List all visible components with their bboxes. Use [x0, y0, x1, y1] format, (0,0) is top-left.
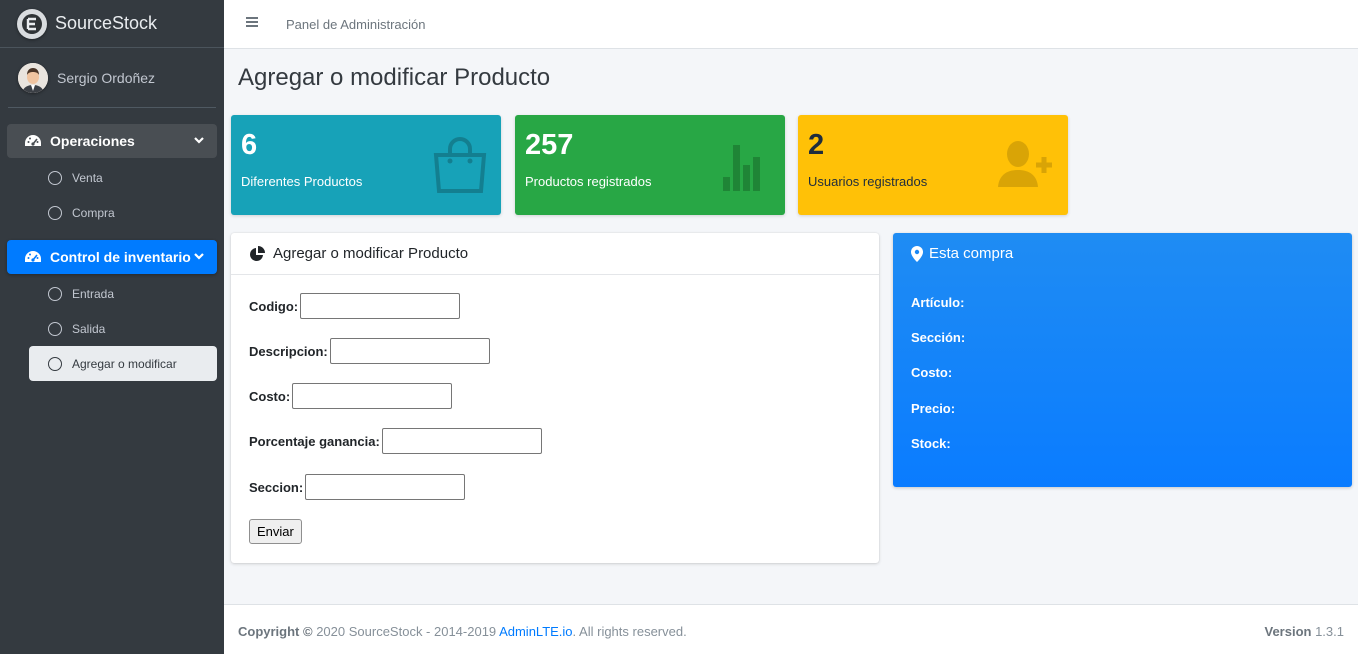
card-title: Agregar o modificar Producto [273, 245, 469, 262]
form-row-seccion: Seccion: [249, 474, 466, 500]
user-name: Sergio Ordoñez [57, 69, 156, 86]
sidebar-group-control-inventario[interactable]: Control de inventario [7, 240, 217, 274]
circle-icon [48, 356, 62, 371]
brand-name: SourceStock [55, 13, 158, 33]
form-row-costo: Costo: [249, 383, 453, 409]
sidebar-item-venta[interactable]: Venta [29, 160, 217, 195]
circle-icon [48, 170, 62, 185]
submit-button[interactable]: Enviar [249, 519, 302, 544]
precio-label: Precio: [911, 401, 956, 416]
costo-input[interactable] [292, 383, 453, 409]
shopping-bag-icon [433, 137, 487, 193]
porcentaje-ganancia-label: Porcentaje ganancia: [249, 433, 380, 449]
chevron-down-icon [194, 253, 204, 260]
user-plus-icon [998, 141, 1052, 187]
card-title: Esta compra [929, 245, 1014, 262]
info-box-value: 257 [525, 129, 574, 161]
sidebar-item-compra[interactable]: Compra [29, 195, 217, 230]
form-row-porcentaje-ganancia: Porcentaje ganancia: [249, 428, 542, 454]
descripcion-label: Descripcion: [249, 343, 328, 359]
descripcion-input[interactable] [329, 338, 490, 364]
pie-chart-icon [250, 245, 265, 261]
costo-label: Costo: [911, 365, 953, 380]
dashboard-gauge-icon [25, 135, 41, 146]
info-box-value: 2 [808, 129, 825, 161]
top-navbar: Panel de Administración [224, 0, 1358, 49]
card-header: Agregar o modificar Producto [231, 233, 879, 275]
version-label: Version [1264, 624, 1312, 639]
card-header: Esta compra [911, 245, 1013, 262]
porcentaje-ganancia-input[interactable] [381, 428, 542, 454]
circle-icon [48, 286, 62, 301]
admin-panel-link[interactable]: Panel de Administración [286, 17, 425, 32]
user-panel[interactable]: Sergio Ordoñez [8, 48, 216, 108]
sidebar-nav: Operaciones Venta Compra Control de inve… [0, 108, 224, 381]
footer-version: Version 1.3.1 [1264, 624, 1344, 639]
stock-label: Stock: [911, 436, 951, 451]
costo-label: Costo: [249, 388, 291, 404]
adminlte-link[interactable]: AdminLTE.io [499, 624, 572, 639]
bar-chart-icon [723, 145, 760, 191]
purchase-summary-card: Esta compra Artículo: Sección: Costo: Pr… [893, 233, 1352, 487]
sidebar-item-label: Venta [72, 170, 103, 185]
copyright-text: 2020 SourceStock - 2014-2019 [316, 624, 497, 639]
info-box-value: 6 [241, 129, 258, 161]
info-box-label: Productos registrados [525, 174, 652, 189]
map-marker-icon [911, 245, 923, 262]
sidebar-group-operaciones[interactable]: Operaciones [7, 124, 217, 158]
copyright-label: Copyright © [238, 624, 313, 639]
info-box-label: Usuarios registrados [808, 174, 928, 189]
seccion-label: Sección: [911, 330, 966, 345]
brand-logo [17, 8, 47, 39]
codigo-label: Codigo: [249, 298, 299, 314]
info-box-label: Diferentes Productos [241, 174, 363, 189]
page-title: Agregar o modificar Producto [238, 64, 551, 91]
info-box-usuarios: 2 Usuarios registrados [798, 115, 1068, 215]
articulo-label: Artículo: [911, 295, 965, 310]
info-box-productos: 6 Diferentes Productos [231, 115, 501, 215]
brand[interactable]: SourceStock [0, 0, 224, 48]
footer: Copyright © 2020 SourceStock - 2014-2019… [224, 604, 1358, 654]
circle-icon [48, 321, 62, 336]
avatar [18, 62, 48, 93]
version-number: 1.3.1 [1315, 624, 1344, 639]
info-box-registrados: 257 Productos registrados [515, 115, 785, 215]
sidebar-group-label: Control de inventario [50, 249, 191, 265]
sidebar-item-label: Entrada [72, 286, 115, 301]
sidebar: SourceStock Sergio Ordoñez Operaciones V… [0, 0, 224, 654]
sidebar-item-label: Salida [72, 321, 106, 336]
seccion-label: Seccion: [249, 479, 304, 495]
dashboard-gauge-icon [25, 251, 41, 262]
form-row-codigo: Codigo: [249, 293, 461, 319]
seccion-input[interactable] [305, 474, 466, 500]
sidebar-item-salida[interactable]: Salida [29, 311, 217, 346]
form-row-descripcion: Descripcion: [249, 338, 490, 364]
sidebar-item-label: Agregar o modificar [72, 356, 177, 371]
sidebar-group-label: Operaciones [50, 133, 135, 149]
product-form-card: Agregar o modificar Producto Codigo: Des… [231, 233, 879, 563]
sidebar-item-label: Compra [72, 205, 115, 220]
sidebar-item-entrada[interactable]: Entrada [29, 276, 217, 311]
circle-icon [48, 205, 62, 220]
codigo-input[interactable] [300, 293, 461, 319]
footer-copyright: Copyright © 2020 SourceStock - 2014-2019… [238, 624, 687, 639]
hamburger-menu-icon[interactable] [245, 15, 259, 33]
chevron-down-icon [194, 137, 204, 144]
rights-text: . All rights reserved. [572, 624, 687, 639]
sidebar-item-agregar-modificar[interactable]: Agregar o modificar [29, 346, 217, 381]
